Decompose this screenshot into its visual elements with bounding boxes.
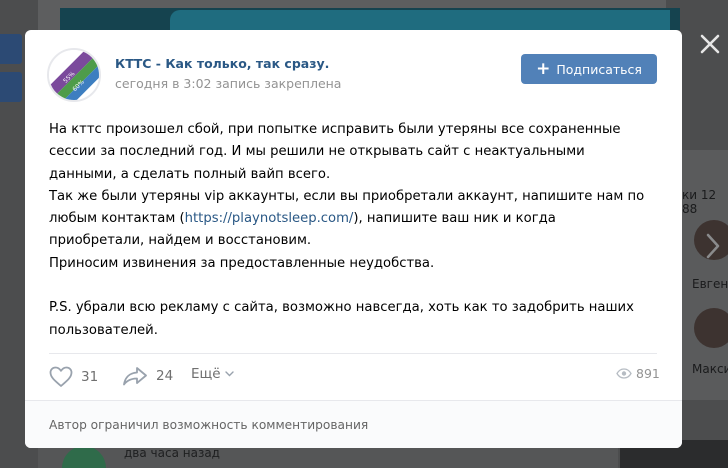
post-text-line: данными, а сделать полный вайп всего.: [49, 166, 331, 182]
bg-friend-name: Макси: [692, 362, 728, 376]
like-count: 31: [81, 369, 99, 385]
site-link[interactable]: https://playnotsleep.com/: [185, 211, 354, 226]
close-icon: [700, 34, 720, 54]
bg-friend-avatar: [694, 308, 728, 348]
post-text-line: На кттс произошел сбой, при попытке испр…: [49, 122, 621, 137]
eye-icon: [616, 368, 632, 379]
post-text-line: сессии за последний год. И мы решили не …: [49, 144, 585, 160]
more-label: Ещё: [191, 366, 221, 382]
share-button[interactable]: 24: [122, 366, 173, 386]
heart-icon: [49, 366, 73, 387]
chevron-down-icon: [224, 371, 234, 377]
text-fragment: любым контактам (: [49, 211, 185, 227]
text-fragment: ), напишите ваш ник и когда: [353, 211, 556, 227]
post-actions: 31 24 Ещё 891: [25, 354, 682, 400]
comments-disabled-footer: Автор ограничил возможность комментирова…: [25, 400, 682, 448]
post-text-line: P.S. убрали всю рекламу с сайта, возможн…: [49, 300, 634, 316]
post-text: На кттс произошел сбой, при попытке испр…: [49, 119, 664, 342]
chevron-right-icon: [700, 226, 726, 266]
share-count: 24: [156, 368, 174, 384]
bg-panel-count: ки 12 88: [682, 188, 717, 216]
group-avatar[interactable]: 65% 55% 60%: [47, 48, 101, 102]
bg-next-time: два часа назад: [124, 446, 220, 460]
comments-disabled-text: Автор ограничил возможность комментирова…: [49, 418, 369, 432]
post-text-line: пользователей.: [49, 322, 158, 338]
post-text-line: Так же были утеряны vip аккаунты, если в…: [49, 188, 645, 204]
pinned-label: запись закреплена: [215, 76, 342, 91]
post-header: 65% 55% 60% КТТС - Как только, так сразу…: [25, 30, 682, 110]
like-button[interactable]: 31: [49, 366, 98, 388]
close-button[interactable]: [696, 30, 724, 58]
post-time[interactable]: сегодня в 3:02: [115, 76, 212, 91]
post-text-line: приобретали, найдем и восстановим.: [49, 233, 312, 249]
subscribe-label: Подписаться: [556, 61, 642, 77]
post-meta: сегодня в 3:02 запись закреплена: [115, 76, 341, 91]
post-text-line: Приносим извинения за предоставленные не…: [49, 255, 435, 271]
more-menu-button[interactable]: Ещё: [191, 366, 234, 382]
post-text-line: любым контактам (https://playnotsleep.co…: [49, 208, 664, 230]
share-arrow-icon: [123, 367, 147, 386]
views-counter: 891: [616, 366, 660, 381]
group-name-link[interactable]: КТТС - Как только, так сразу.: [115, 56, 329, 71]
bg-banner-stripe: [170, 10, 670, 30]
plus-icon: +: [536, 58, 551, 79]
bg-friend-name: Евген: [692, 277, 728, 291]
bg-left-button: [0, 34, 22, 64]
subscribe-button[interactable]: + Подписаться: [521, 54, 657, 84]
post-modal: 65% 55% 60% КТТС - Как только, так сразу…: [25, 30, 682, 448]
views-count: 891: [636, 366, 660, 381]
bg-left-button: [0, 72, 22, 102]
